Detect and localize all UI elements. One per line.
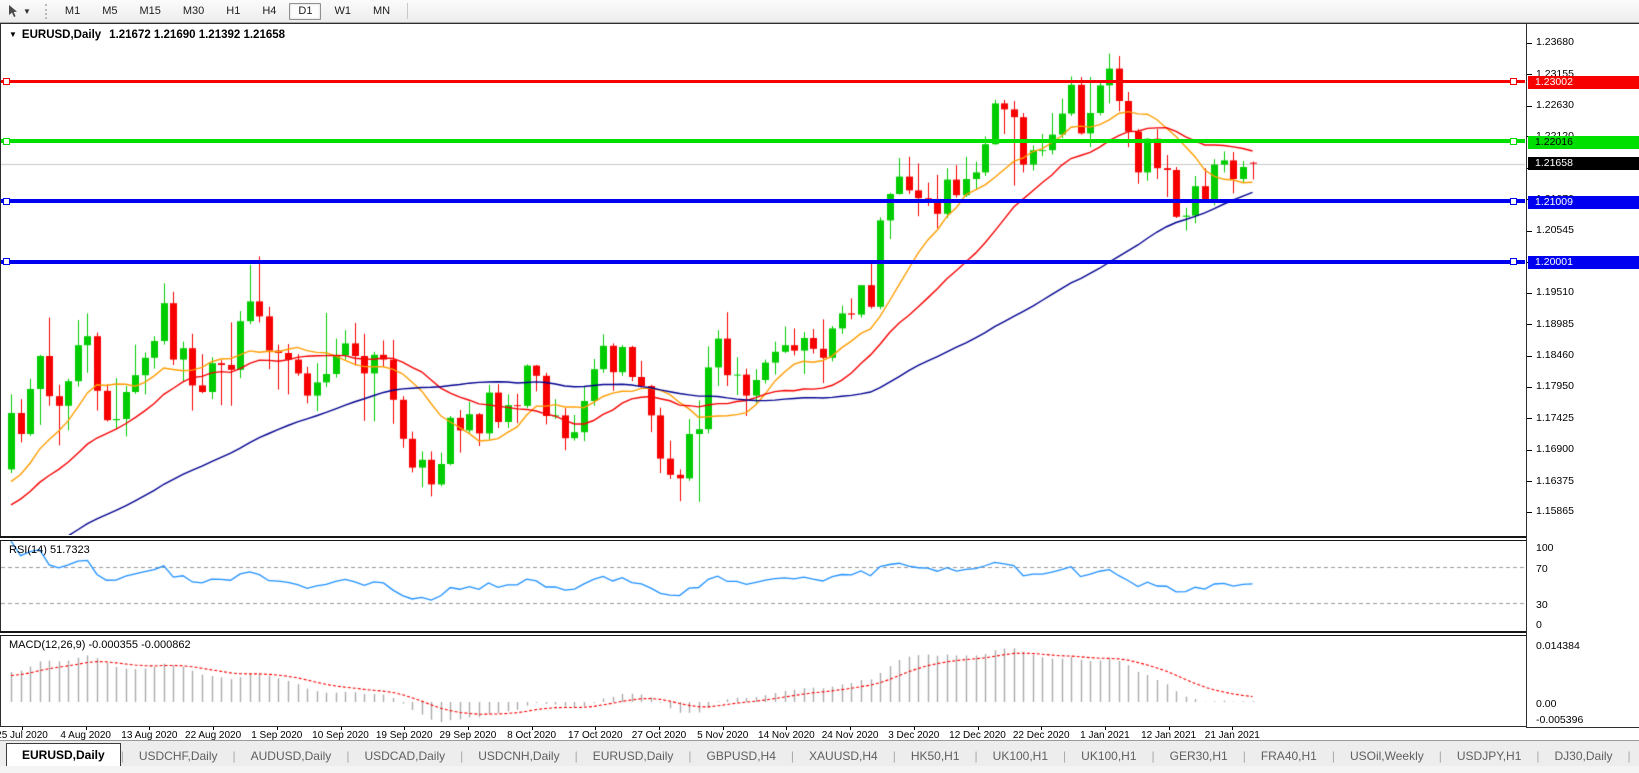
hline-handle-support-line-2[interactable] [1510, 258, 1517, 265]
price-tick-mark [1527, 481, 1532, 482]
price-label-resistance-line: 1.23002 [1528, 76, 1639, 89]
timeframe-toolbar: ▼ M1M5M15 M30H1H4D1W1MN [0, 0, 1639, 23]
chart-tab-eurusd-daily[interactable]: EURUSD,Daily [6, 743, 121, 767]
timeframe-buttons: M1M5M15 M30H1H4D1W1MN [54, 3, 401, 20]
price-tick-label: 1.20545 [1536, 224, 1574, 236]
price-tick-label: 1.23680 [1536, 36, 1574, 48]
price-label-support-line-1: 1.21009 [1528, 196, 1639, 209]
price-chart-canvas[interactable] [1, 24, 1525, 535]
chart-tab-ger30-h1[interactable]: GER30,H1 [1155, 745, 1243, 767]
macd-axis-label: 0.014384 [1536, 640, 1580, 652]
chart-tab-usdcnh-daily[interactable]: USDCNH,Daily [463, 745, 574, 767]
macd-axis-label: 0.00 [1536, 698, 1556, 710]
rsi-canvas[interactable] [1, 541, 1525, 629]
hline-supply-line[interactable] [1, 139, 1525, 143]
toolbar-grip[interactable] [45, 4, 47, 19]
rsi-axis-label: 30 [1536, 599, 1548, 611]
timeframe-button-M1[interactable]: M1 [56, 3, 89, 20]
price-scale[interactable]: 1.236801.231551.226301.221201.215951.210… [1526, 23, 1639, 728]
hline-support-line-1[interactable] [1, 199, 1525, 203]
price-tick-mark [1527, 418, 1532, 419]
rsi-axis-label: 0 [1536, 619, 1542, 631]
dropdown-triangle-icon[interactable]: ▼ [9, 30, 17, 39]
price-tick-label: 1.18985 [1536, 318, 1574, 330]
macd-canvas[interactable] [1, 636, 1525, 724]
terminal-window: ▼ M1M5M15 M30H1H4D1W1MN ▼ EURUSD,Daily 1.21… [0, 0, 1639, 773]
price-tick-mark [1527, 356, 1532, 357]
chart-tab-usoil-weekly[interactable]: USOil,Weekly [1335, 745, 1439, 767]
price-tick-label: 1.17425 [1536, 412, 1574, 424]
chart-title: ▼ EURUSD,Daily 1.21672 1.21690 1.21392 1.2… [9, 29, 285, 41]
toolbar-separator [407, 3, 408, 19]
chart-symbol-label: EURUSD,Daily [22, 29, 101, 41]
price-tick-mark [1527, 106, 1532, 107]
price-tick-label: 1.22630 [1536, 99, 1574, 111]
hline-handle-resistance-line[interactable] [1510, 78, 1517, 85]
chevron-down-icon: ▼ [23, 7, 31, 16]
price-tick-label: 1.15865 [1536, 505, 1574, 517]
timeframe-button-W1[interactable]: W1 [325, 3, 360, 20]
hline-handle-resistance-line[interactable] [3, 78, 10, 85]
date-axis[interactable]: 25 Jul 20204 Aug 202013 Aug 202022 Aug 2… [0, 727, 1526, 740]
price-tick-label: 1.16375 [1536, 475, 1574, 487]
chart-tab-fra40-h1[interactable]: FRA40,H1 [1246, 745, 1332, 767]
hline-resistance-line[interactable] [1, 80, 1525, 83]
chart-tab-usdjpy-h1[interactable]: USDJPY,H1 [1442, 745, 1536, 767]
macd-indicator-label: MACD(12,26,9) -0.000355 -0.000862 [9, 639, 191, 651]
timeframe-button-D1[interactable]: D1 [289, 3, 321, 20]
price-tick-label: 1.17950 [1536, 380, 1574, 392]
chart-tab-hk50-h1[interactable]: HK50,H1 [896, 745, 975, 767]
price-tick-label: 1.16900 [1536, 443, 1574, 455]
hline-support-line-2[interactable] [1, 260, 1525, 264]
hline-handle-supply-line[interactable] [3, 138, 10, 145]
chart-tab-usdchf-daily[interactable]: USDCHF,Daily [124, 745, 233, 767]
timeframe-button-M30[interactable]: M30 [174, 3, 213, 20]
price-tick-label: 1.19510 [1536, 286, 1574, 298]
chart-tab-dj30-daily[interactable]: DJ30,Daily [1540, 745, 1628, 767]
price-tick-mark [1527, 231, 1532, 232]
hline-handle-support-line-1[interactable] [3, 198, 10, 205]
cursor-tool-button[interactable]: ▼ [2, 2, 35, 20]
main-chart-panel[interactable]: ▼ EURUSD,Daily 1.21672 1.21690 1.21392 1.2… [0, 23, 1527, 538]
chart-tab-gbpusd-h4[interactable]: GBPUSD,H4 [692, 745, 791, 767]
chart-tab-china300-h1[interactable]: CHINA300,H1 [1631, 745, 1639, 767]
timeframe-button-MN[interactable]: MN [364, 3, 399, 20]
price-tick-mark [1527, 450, 1532, 451]
hline-handle-supply-line[interactable] [1510, 138, 1517, 145]
chart-tab-eurusd-daily[interactable]: EURUSD,Daily [578, 745, 689, 767]
macd-axis-label: -0.005396 [1536, 714, 1583, 726]
chart-tab-usdcad-daily[interactable]: USDCAD,Daily [349, 745, 460, 767]
price-label-supply-line: 1.22016 [1528, 136, 1639, 149]
chart-tab-xauusd-h4[interactable]: XAUUSD,H4 [794, 745, 893, 767]
chart-tab-audusd-daily[interactable]: AUDUSD,Daily [236, 745, 347, 767]
macd-panel[interactable]: MACD(12,26,9) -0.000355 -0.000862 [0, 636, 1527, 727]
hline-handle-support-line-2[interactable] [3, 258, 10, 265]
price-tick-label: 1.18460 [1536, 349, 1574, 361]
chart-tab-uk100-h1[interactable]: UK100,H1 [978, 745, 1063, 767]
price-tick-mark [1527, 512, 1532, 513]
status-strip [0, 766, 1639, 773]
rsi-panel[interactable]: RSI(14) 51.7323 [0, 541, 1527, 632]
rsi-axis-label: 100 [1536, 542, 1554, 554]
hline-handle-support-line-1[interactable] [1510, 198, 1517, 205]
rsi-indicator-label: RSI(14) 51.7323 [9, 544, 90, 556]
timeframe-button-M5[interactable]: M5 [93, 3, 126, 20]
price-tick-mark [1527, 74, 1532, 75]
price-tick-mark [1527, 293, 1532, 294]
rsi-axis-label: 70 [1536, 563, 1548, 575]
timeframe-button-M15[interactable]: M15 [130, 3, 169, 20]
chart-ohlc-quotes: 1.21672 1.21690 1.21392 1.21658 [109, 29, 285, 41]
price-tick-mark [1527, 324, 1532, 325]
price-label-current-price-line: 1.21658 [1528, 157, 1639, 170]
cursor-icon [6, 4, 20, 18]
timeframe-button-H4[interactable]: H4 [253, 3, 285, 20]
timeframe-button-H1[interactable]: H1 [217, 3, 249, 20]
price-tick-mark [1527, 387, 1532, 388]
chart-tab-uk100-h1[interactable]: UK100,H1 [1066, 745, 1151, 767]
price-label-support-line-2: 1.20001 [1528, 256, 1639, 269]
chart-window: ▼ EURUSD,Daily 1.21672 1.21690 1.21392 1.2… [0, 23, 1639, 740]
price-tick-mark [1527, 43, 1532, 44]
chart-tab-bar: EURUSD,Daily|USDCHF,Daily|AUDUSD,Daily|U… [0, 740, 1639, 767]
